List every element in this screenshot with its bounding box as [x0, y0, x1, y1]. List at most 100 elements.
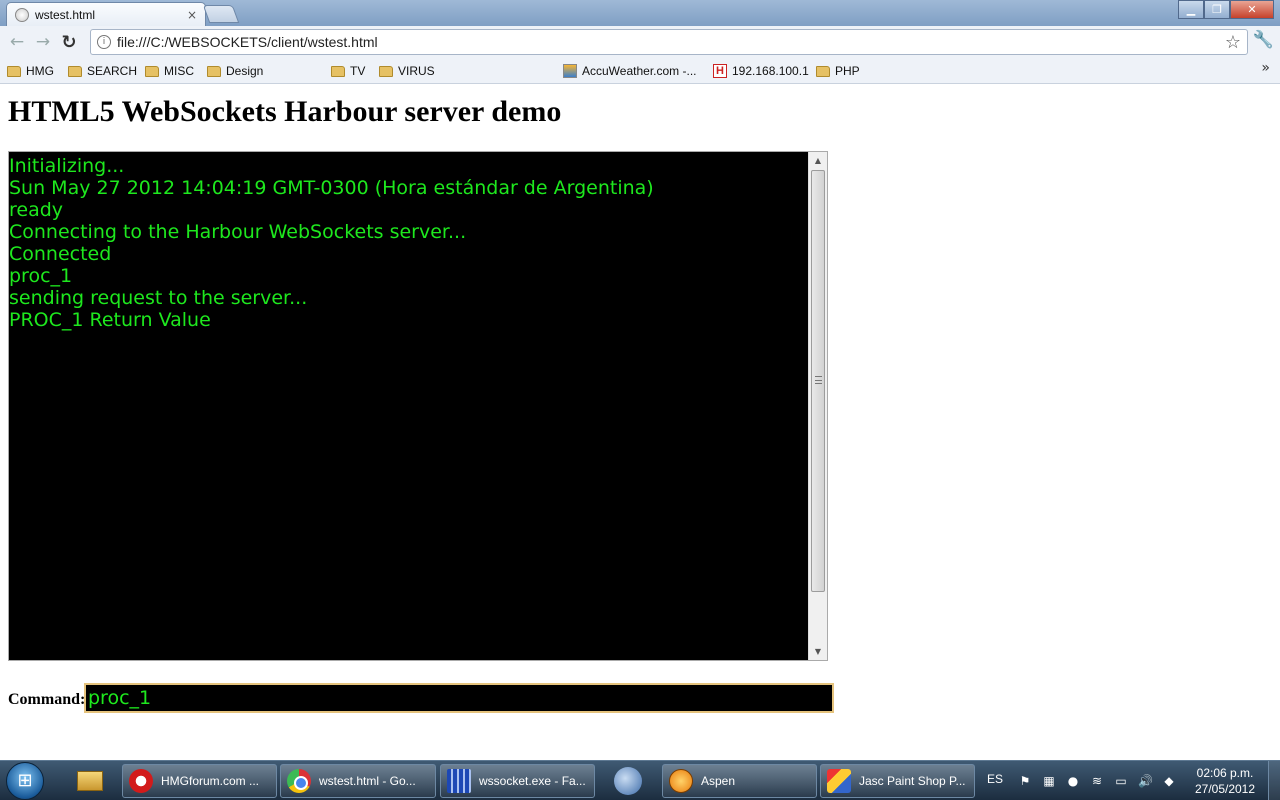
console-line: ready	[9, 199, 64, 221]
scroll-down-arrow-icon[interactable]: ▼	[809, 643, 827, 660]
bookmark-label: Design	[226, 64, 264, 78]
url-text[interactable]: file:///C:/WEBSOCKETS/client/wstest.html	[117, 34, 1225, 50]
dropbox-tray-icon[interactable]: ◆	[1162, 774, 1176, 788]
paintshop-icon	[827, 769, 851, 793]
language-indicator[interactable]: ES	[987, 772, 1003, 786]
task-label: wstest.html - Go...	[319, 774, 416, 788]
network-tray-icon[interactable]: ▦	[1042, 774, 1056, 788]
command-input[interactable]	[84, 683, 834, 713]
close-window-button[interactable]: ✕	[1230, 0, 1274, 19]
console-scrollbar[interactable]: ▲ ▼	[808, 152, 827, 660]
forward-arrow-icon[interactable]: →	[30, 29, 56, 55]
bookmark-router[interactable]: H 192.168.100.1	[713, 62, 809, 80]
bookmark-folder-search[interactable]: SEARCH	[68, 62, 137, 80]
clock-date: 27/05/2012	[1194, 782, 1256, 796]
task-label: wssocket.exe - Fa...	[479, 774, 586, 788]
wssocket-icon	[447, 769, 471, 793]
bookmark-label: AccuWeather.com -...	[582, 64, 697, 78]
console-log: Initializing... Sun May 27 2012 14:04:19…	[9, 155, 809, 331]
taskbar-task-paintshop[interactable]: Jasc Paint Shop P...	[820, 764, 975, 798]
bookmark-folder-virus[interactable]: VIRUS	[379, 62, 435, 80]
windows-taskbar: ⊞ HMGforum.com ... wstest.html - Go... w…	[0, 760, 1280, 800]
bookmark-label: MISC	[164, 64, 194, 78]
start-button[interactable]: ⊞	[6, 762, 44, 800]
bookmark-label: SEARCH	[87, 64, 138, 78]
chrome-icon	[287, 769, 311, 793]
scroll-up-arrow-icon[interactable]: ▲	[809, 152, 827, 169]
console-line: Connected	[9, 243, 112, 265]
volume-tray-icon[interactable]: 🔊	[1138, 774, 1153, 788]
bookmark-folder-php[interactable]: PHP	[816, 62, 860, 80]
bookmark-folder-hmg[interactable]: HMG	[7, 62, 54, 80]
bookmark-label: HMG	[26, 64, 54, 78]
bookmark-label: VIRUS	[398, 64, 435, 78]
taskbar-task-opera[interactable]: HMGforum.com ...	[122, 764, 277, 798]
tab-title: wstest.html	[35, 7, 96, 22]
console-line: Initializing...	[9, 155, 125, 177]
bookmark-accuweather[interactable]: AccuWeather.com -...	[563, 62, 697, 80]
window-controls: ▁ ❐ ✕	[1178, 0, 1274, 19]
task-label: Jasc Paint Shop P...	[859, 774, 966, 788]
wifi-tray-icon[interactable]: ≋	[1090, 774, 1104, 788]
scroll-grip-icon	[815, 376, 822, 384]
tab-strip: wstest.html × ▁ ❐ ✕	[0, 0, 1280, 26]
maximize-button[interactable]: ❐	[1204, 0, 1230, 19]
folder-icon	[145, 65, 159, 77]
console-line: proc_1	[9, 265, 73, 287]
task-label: Aspen	[701, 774, 736, 788]
console-line: Sun May 27 2012 14:04:19 GMT-0300 (Hora …	[9, 177, 654, 199]
taskbar-task-aspen[interactable]: Aspen	[662, 764, 817, 798]
folder-icon	[7, 65, 21, 77]
console-line: PROC_1 Return Value	[9, 309, 211, 331]
page-content: HTML5 WebSockets Harbour server demo Ini…	[0, 85, 1280, 760]
tab-close-icon[interactable]: ×	[187, 8, 197, 22]
folder-icon	[207, 65, 221, 77]
reload-icon[interactable]: ↻	[56, 29, 82, 55]
system-clock[interactable]: 02:06 p.m. 27/05/2012	[1188, 765, 1262, 797]
command-label: Command:	[8, 691, 86, 708]
action-center-flag-icon[interactable]: ⚑	[1018, 774, 1032, 788]
bookmarks-bar: HMG SEARCH MISC Design TV VIRUS AccuWeat…	[0, 58, 1280, 84]
folder-icon	[68, 65, 82, 77]
bookmark-folder-design[interactable]: Design	[207, 62, 263, 80]
bookmark-label: PHP	[835, 64, 860, 78]
task-label: HMGforum.com ...	[161, 774, 260, 788]
accuweather-icon	[563, 64, 577, 78]
app-tray-icon[interactable]: ●	[1066, 774, 1080, 788]
address-bar[interactable]: i file:///C:/WEBSOCKETS/client/wstest.ht…	[90, 29, 1248, 55]
folder-icon	[379, 65, 393, 77]
wrench-menu-icon[interactable]: 🔧	[1253, 30, 1274, 50]
taskbar-task-wssocket[interactable]: wssocket.exe - Fa...	[440, 764, 595, 798]
bookmarks-overflow-icon[interactable]: »	[1261, 60, 1270, 76]
new-tab-button[interactable]	[202, 5, 240, 23]
page-favicon-icon	[15, 7, 29, 22]
router-icon: H	[713, 64, 727, 78]
bookmark-star-icon[interactable]: ☆	[1225, 32, 1241, 53]
back-arrow-icon[interactable]: ←	[4, 29, 30, 55]
taskbar-thunderbird[interactable]	[610, 765, 646, 797]
taskbar-explorer[interactable]	[70, 764, 110, 798]
browser-toolbar: ← → ↻ i file:///C:/WEBSOCKETS/client/wst…	[0, 26, 1280, 58]
opera-icon	[129, 769, 153, 793]
folder-icon	[331, 65, 345, 77]
bookmark-folder-tv[interactable]: TV	[331, 62, 365, 80]
bookmark-label: TV	[350, 64, 366, 78]
tab-wstest[interactable]: wstest.html ×	[6, 2, 206, 26]
aspen-icon	[669, 769, 693, 793]
explorer-folder-icon	[77, 771, 103, 791]
thunderbird-icon	[614, 767, 642, 795]
scroll-thumb[interactable]	[811, 170, 825, 592]
minimize-button[interactable]: ▁	[1178, 0, 1204, 19]
console-line: sending request to the server...	[9, 287, 308, 309]
page-info-icon[interactable]: i	[97, 35, 111, 49]
taskbar-task-chrome[interactable]: wstest.html - Go...	[280, 764, 436, 798]
show-desktop-button[interactable]	[1268, 761, 1280, 800]
bookmark-folder-misc[interactable]: MISC	[145, 62, 194, 80]
output-console[interactable]: Initializing... Sun May 27 2012 14:04:19…	[8, 151, 828, 661]
console-line: Connecting to the Harbour WebSockets ser…	[9, 221, 467, 243]
monitor-tray-icon[interactable]: ▭	[1114, 774, 1128, 788]
bookmark-label: 192.168.100.1	[732, 64, 809, 78]
folder-icon	[816, 65, 830, 77]
page-title: HTML5 WebSockets Harbour server demo	[8, 95, 562, 128]
clock-time: 02:06 p.m.	[1196, 766, 1254, 780]
